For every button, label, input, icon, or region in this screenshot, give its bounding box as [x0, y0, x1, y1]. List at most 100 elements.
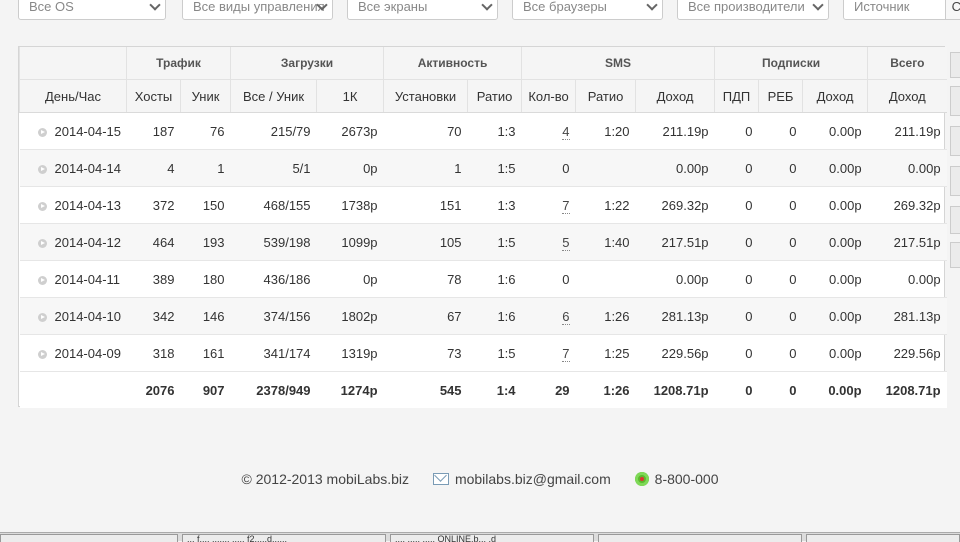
edge-tab[interactable] [950, 242, 960, 268]
control-filter-select[interactable]: Все виды управления [182, 0, 333, 20]
cell-downloads: 341/174 [230, 334, 317, 372]
table-row: 2014-04-10 342 146 374/156 1802р 67 1:6 6 1:26 28… [19, 297, 947, 335]
source-submit-button[interactable]: Сп [944, 0, 960, 19]
col-hosts[interactable]: Хосты [126, 79, 181, 113]
cell-per-1k: 1802р [316, 297, 384, 335]
taskbar-item[interactable] [806, 534, 960, 542]
col-total-income[interactable]: Доход [867, 79, 947, 113]
expand-row-icon[interactable] [37, 201, 47, 211]
col-sms-ratio[interactable]: Ратио [575, 79, 636, 113]
table-body: 2014-04-15 187 76 215/79 2673р 70 1:3 4 1:20 211.… [19, 112, 947, 408]
taskbar-item[interactable] [0, 534, 178, 542]
total-per-1k: 1274р [316, 371, 384, 408]
group-downloads: Загрузки [230, 47, 384, 80]
group-traffic: Трафик [125, 47, 231, 80]
cell-activity-ratio: 1:5 [467, 149, 522, 187]
table-row: 2014-04-15 187 76 215/79 2673р 70 1:3 4 1:20 211.… [19, 112, 947, 150]
expand-row-icon[interactable] [37, 164, 47, 174]
os-filter-select[interactable]: Все OS [18, 0, 166, 20]
edge-tab[interactable] [950, 206, 960, 234]
expand-row-icon[interactable] [37, 312, 47, 322]
cell-sms-ratio [575, 260, 636, 298]
total-unique: 907 [180, 371, 231, 408]
cell-subs-income: 0.00р [802, 334, 868, 372]
taskbar-item[interactable]: ... f.... ....... ..... f2.....d...... [182, 534, 386, 542]
cell-date[interactable]: 2014-04-15 [19, 112, 127, 150]
footer: © 2012-2013 mobiLabs.biz mobilabs.biz@gm… [0, 470, 960, 487]
cell-sms-count[interactable]: 6 [521, 297, 576, 335]
table-row: 2014-04-13 372 150 468/155 1738р 151 1:3 7 1:22 2… [19, 186, 947, 224]
cell-installs: 151 [383, 186, 468, 224]
cell-unique: 1 [180, 149, 231, 187]
cell-total-income: 211.19р [867, 112, 947, 150]
mail-icon [432, 473, 449, 485]
chevron-down-icon [149, 0, 161, 11]
expand-row-icon[interactable] [37, 349, 47, 359]
cell-installs: 67 [383, 297, 468, 335]
cell-date[interactable]: 2014-04-11 [19, 260, 127, 298]
sms-count-link[interactable]: 6 [562, 308, 570, 325]
edge-tab[interactable] [950, 86, 960, 116]
row-date: 2014-04-12 [54, 234, 122, 250]
edge-tab[interactable] [950, 126, 960, 156]
group-activity: Активность [383, 47, 522, 80]
email-contact[interactable]: mobilabs.biz@gmail.com [432, 471, 611, 487]
cell-date[interactable]: 2014-04-12 [19, 223, 127, 261]
col-reb[interactable]: РЕБ [758, 79, 803, 113]
browsers-filter-select[interactable]: Все браузеры [512, 0, 663, 20]
cell-installs: 1 [383, 149, 468, 187]
screens-filter-select[interactable]: Все экраны [347, 0, 498, 20]
col-activity-ratio[interactable]: Ратио [467, 79, 522, 113]
cell-reb: 0 [758, 112, 803, 150]
cell-per-1k: 1099р [316, 223, 384, 261]
expand-row-icon[interactable] [37, 275, 47, 285]
cell-sms-count[interactable]: 7 [521, 334, 576, 372]
vendors-filter-select[interactable]: Все производители [677, 0, 829, 20]
cell-pdp: 0 [714, 260, 759, 298]
total-reb: 0 [758, 371, 803, 408]
col-downloads-all-unique[interactable]: Все / Уник [230, 79, 317, 113]
row-date: 2014-04-11 [54, 271, 121, 287]
cell-sms-income: 269.32р [635, 186, 715, 224]
cell-sms-count[interactable]: 4 [521, 112, 576, 150]
cell-sms-count: 0 [521, 260, 576, 298]
cell-per-1k: 0р [316, 149, 384, 187]
col-subs-income[interactable]: Доход [802, 79, 868, 113]
col-installs[interactable]: Установки [383, 79, 468, 113]
col-per-1k[interactable]: 1К [316, 79, 384, 113]
taskbar-item[interactable] [598, 534, 802, 542]
cell-date[interactable]: 2014-04-13 [19, 186, 127, 224]
total-sms-count: 29 [521, 371, 576, 408]
source-input[interactable]: Источник [854, 0, 910, 14]
cell-reb: 0 [758, 260, 803, 298]
col-day-hour[interactable]: День/Час [19, 79, 127, 113]
col-sms-count[interactable]: Кол-во [521, 79, 576, 113]
cell-date[interactable]: 2014-04-09 [19, 334, 127, 372]
sms-count-link[interactable]: 7 [562, 345, 570, 362]
col-pdp[interactable]: ПДП [714, 79, 759, 113]
cell-hosts: 464 [126, 223, 181, 261]
cell-sms-ratio: 1:25 [575, 334, 636, 372]
cell-total-income: 217.51р [867, 223, 947, 261]
cell-sms-income: 211.19р [635, 112, 715, 150]
cell-sms-ratio: 1:26 [575, 297, 636, 335]
sms-count-link[interactable]: 4 [562, 123, 570, 140]
taskbar-item[interactable]: .... ..... ..... ONLINE.b... .d [390, 534, 594, 542]
cell-sms-count[interactable]: 5 [521, 223, 576, 261]
col-sms-income[interactable]: Доход [635, 79, 715, 113]
cell-subs-income: 0.00р [802, 223, 868, 261]
cell-reb: 0 [758, 334, 803, 372]
sms-count-link[interactable]: 7 [562, 197, 570, 214]
cell-unique: 76 [180, 112, 231, 150]
cell-date[interactable]: 2014-04-14 [19, 149, 127, 187]
edge-tab[interactable] [950, 52, 960, 78]
expand-row-icon[interactable] [37, 127, 47, 137]
row-date: 2014-04-09 [54, 345, 122, 361]
sms-count-link[interactable]: 5 [562, 234, 570, 251]
expand-row-icon[interactable] [37, 238, 47, 248]
edge-tab[interactable] [950, 166, 960, 196]
cell-date[interactable]: 2014-04-10 [19, 297, 127, 335]
col-unique[interactable]: Уник [179, 79, 231, 113]
cell-sms-count[interactable]: 7 [521, 186, 576, 224]
cell-activity-ratio: 1:6 [467, 297, 522, 335]
